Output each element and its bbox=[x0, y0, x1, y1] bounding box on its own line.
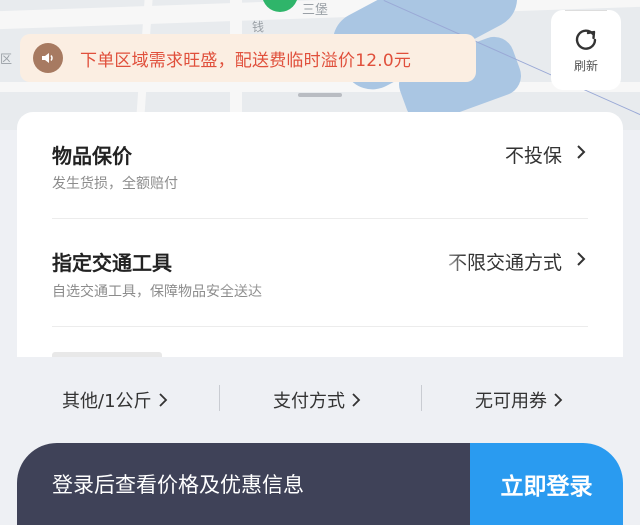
notice-text: 下单区域需求旺盛，配送费临时溢价12.0元 bbox=[80, 50, 412, 71]
chevron-right-icon bbox=[577, 145, 586, 159]
coupon-label: 无可用券 bbox=[475, 391, 547, 412]
speaker-icon bbox=[33, 43, 63, 73]
option-value: 不投保 bbox=[504, 145, 562, 167]
weight-option-button[interactable]: 其他/1公斤 bbox=[62, 387, 168, 413]
login-button[interactable]: 立即登录 bbox=[470, 443, 623, 525]
chevron-right-icon bbox=[158, 393, 167, 407]
payment-method-button[interactable]: 支付方式 bbox=[273, 387, 361, 413]
weight-option-label: 其他/1公斤 bbox=[62, 391, 152, 412]
order-summary-bar: 其他/1公斤 支付方式 无可用券 bbox=[0, 357, 640, 443]
payment-method-label: 支付方式 bbox=[273, 391, 345, 412]
bottom-action-bar: 登录后查看价格及优惠信息 立即登录 bbox=[17, 443, 623, 525]
map-label: 区 bbox=[0, 52, 13, 66]
drag-handle[interactable] bbox=[298, 93, 342, 97]
refresh-button[interactable]: 刷新 bbox=[551, 10, 621, 90]
chevron-right-icon bbox=[554, 393, 563, 407]
option-subtitle: 发生货损，全额赔付 bbox=[52, 176, 178, 192]
option-value: 不限交通方式 bbox=[447, 252, 562, 274]
chevron-right-icon bbox=[352, 393, 361, 407]
option-title: 指定交通工具 bbox=[52, 251, 172, 275]
refresh-label: 刷新 bbox=[573, 59, 598, 73]
option-subtitle: 自选交通工具，保障物品安全送达 bbox=[52, 284, 262, 300]
login-prompt[interactable]: 登录后查看价格及优惠信息 bbox=[17, 443, 470, 525]
refresh-icon bbox=[575, 29, 597, 50]
coupon-button[interactable]: 无可用券 bbox=[475, 387, 563, 413]
option-row-insurance[interactable]: 物品保价 发生货损，全额赔付 不投保 bbox=[52, 112, 588, 219]
surge-notice-banner: 下单区域需求旺盛，配送费临时溢价12.0元 bbox=[20, 34, 476, 82]
chevron-right-icon bbox=[577, 252, 586, 266]
order-options-card: 物品保价 发生货损，全额赔付 不投保 指定交通工具 自选交通工具，保障物品安全送… bbox=[17, 112, 623, 357]
map-label: 三堡 bbox=[302, 3, 329, 18]
map-label: 钱 bbox=[252, 20, 265, 34]
option-title: 物品保价 bbox=[52, 144, 132, 168]
